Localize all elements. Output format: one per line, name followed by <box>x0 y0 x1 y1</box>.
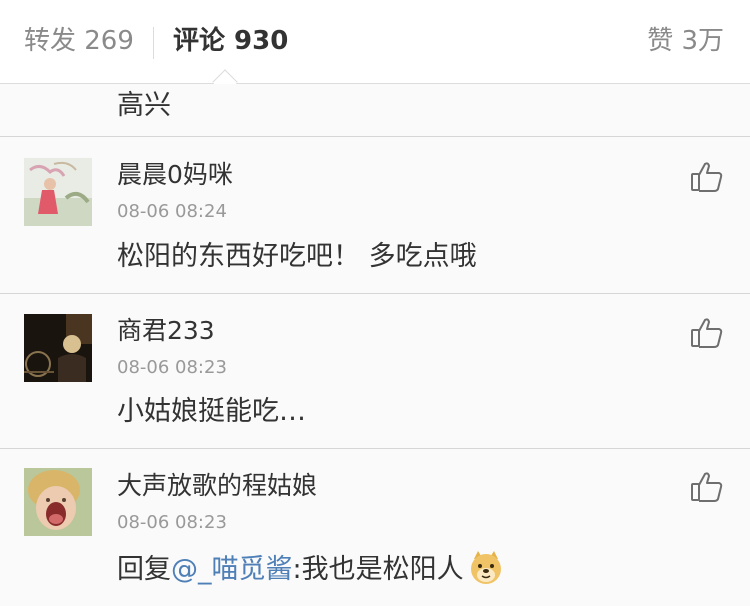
user-name[interactable]: 晨晨0妈咪 <box>117 159 233 191</box>
user-avatar[interactable] <box>24 314 92 382</box>
comment-time: 08-06 08:23 <box>117 512 227 533</box>
thumbs-up-icon[interactable] <box>690 470 724 504</box>
comment-row[interactable]: 晨晨0妈咪 08-06 08:24 松阳的东西好吃吧！ 多吃点哦 <box>0 137 750 294</box>
user-name[interactable]: 大声放歌的程姑娘 <box>117 470 317 502</box>
user-name[interactable]: 商君233 <box>117 315 215 347</box>
comment-text: 松阳的东西好吃吧！ 多吃点哦 <box>117 241 477 272</box>
comment-row[interactable]: 大声放歌的程姑娘 08-06 08:23 回复@_喵觅酱:我也是松阳人 <box>0 449 750 606</box>
comment-row[interactable]: 高兴 <box>0 84 750 137</box>
comment-text: 回复@_喵觅酱:我也是松阳人 <box>117 549 504 588</box>
tab-likes[interactable]: 赞 3万 <box>647 24 724 58</box>
user-mention-link[interactable]: @_喵觅酱 <box>171 554 293 585</box>
doge-emoji <box>470 551 501 584</box>
reply-prefix: 回复 <box>117 554 171 585</box>
tab-reposts[interactable]: 转发 269 <box>24 24 134 58</box>
tab-divider <box>153 27 154 59</box>
thumbs-up-icon[interactable] <box>690 316 724 350</box>
comment-tab-bar: 转发 269 评论 930 赞 3万 <box>0 0 750 95</box>
user-avatar[interactable] <box>24 158 92 226</box>
comment-time: 08-06 08:23 <box>117 357 227 378</box>
user-avatar[interactable] <box>24 468 92 536</box>
thumbs-up-icon[interactable] <box>690 160 724 194</box>
comment-text: 小姑娘挺能吃… <box>117 396 306 427</box>
comment-text: 高兴 <box>117 90 171 121</box>
comment-row[interactable]: 商君233 08-06 08:23 小姑娘挺能吃… <box>0 294 750 449</box>
tab-comments[interactable]: 评论 930 <box>173 24 288 58</box>
comment-time: 08-06 08:24 <box>117 201 227 222</box>
reply-text: :我也是松阳人 <box>292 554 464 585</box>
